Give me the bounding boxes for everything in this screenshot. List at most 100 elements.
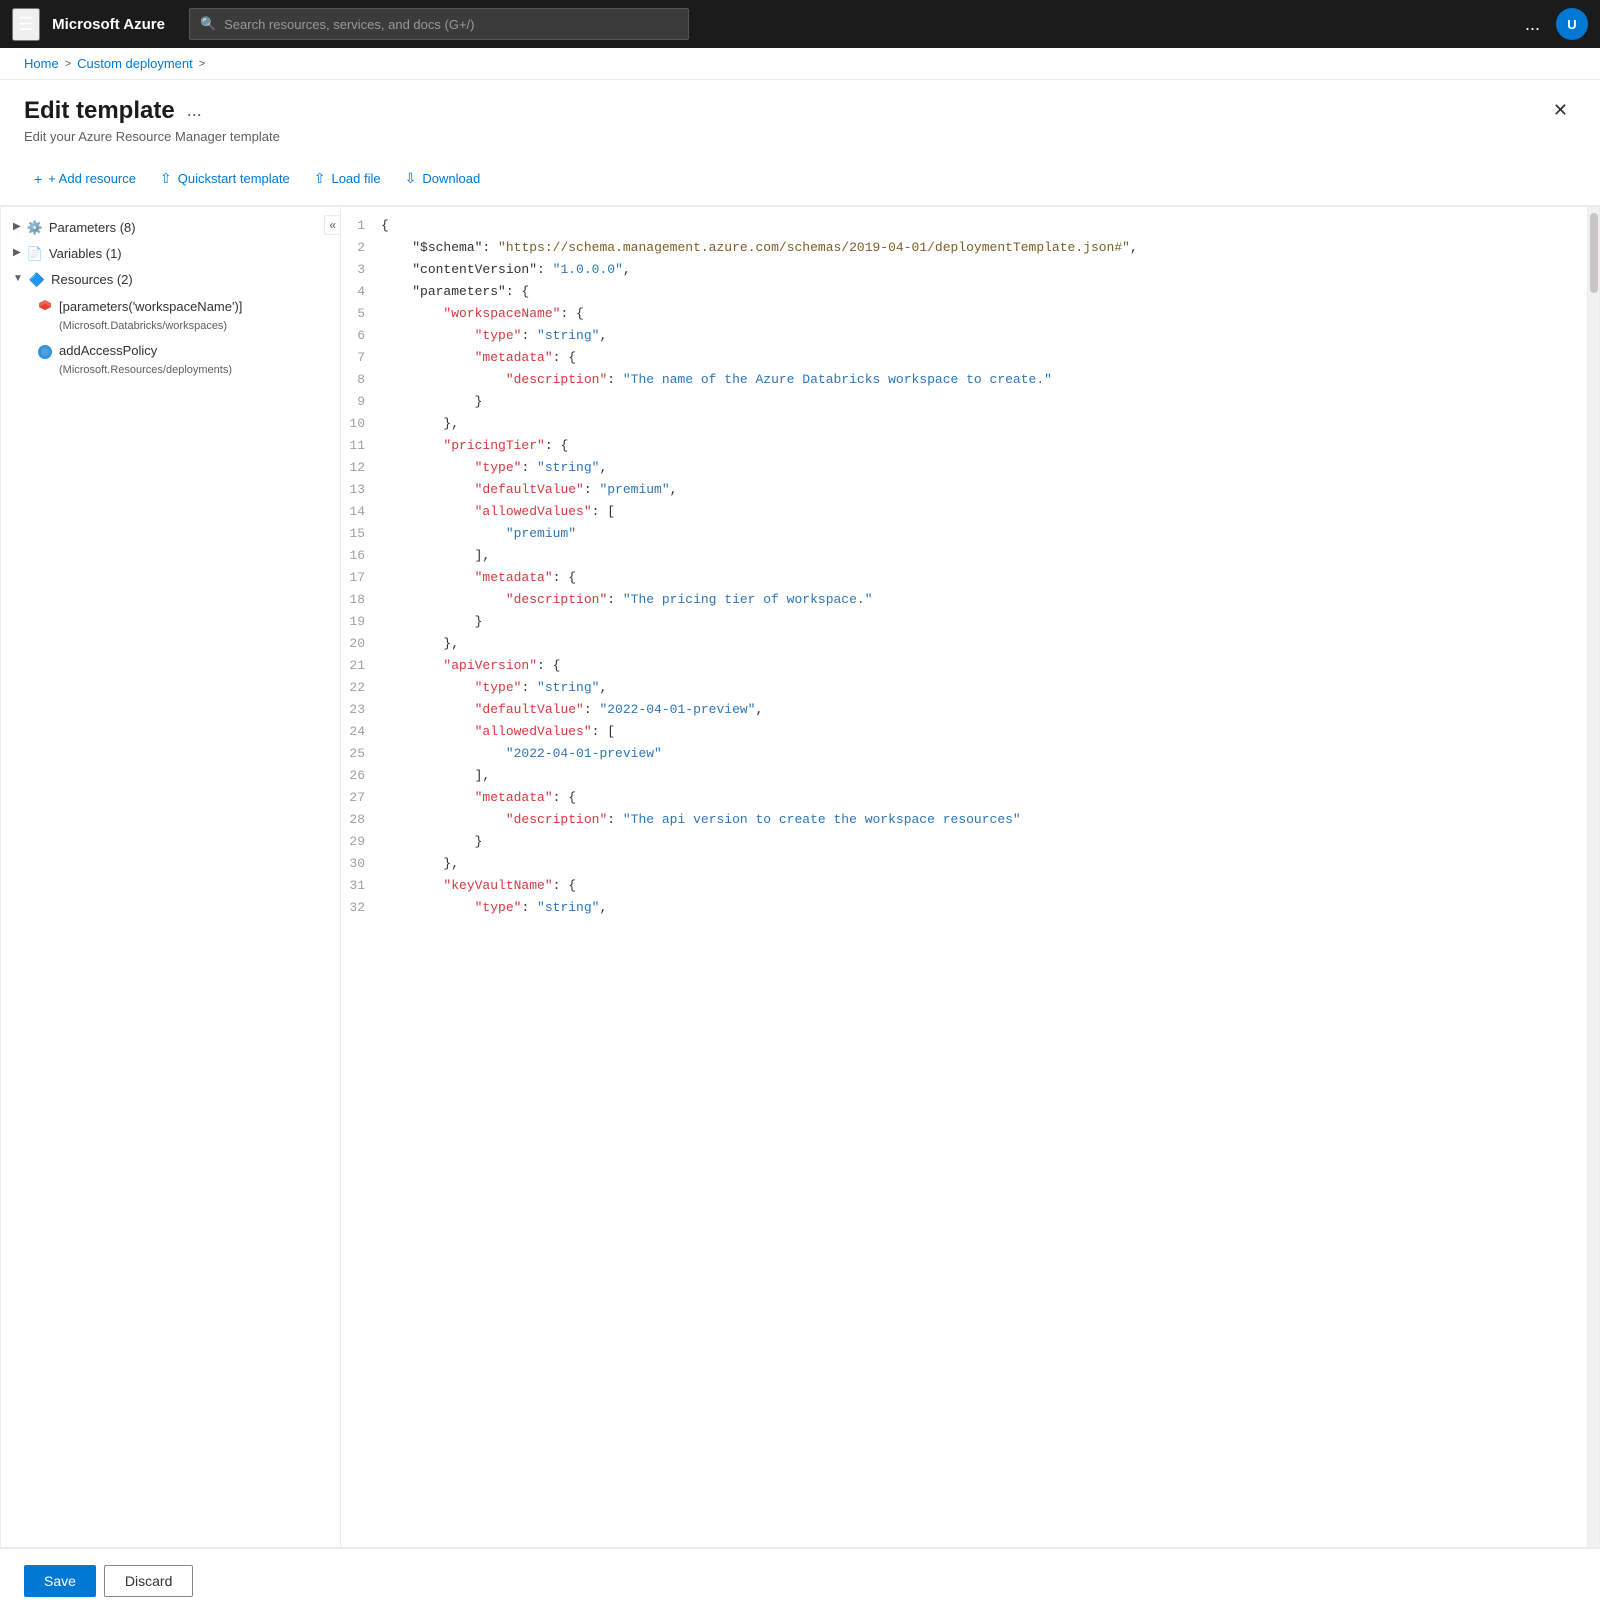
table-row: 27 "metadata": {: [341, 787, 1587, 809]
table-row: 5 "workspaceName": {: [341, 303, 1587, 325]
line-number: 21: [341, 656, 381, 676]
line-content: "parameters": {: [381, 282, 1587, 302]
sidebar-item-variables[interactable]: ▶ 📄 Variables (1): [1, 241, 340, 267]
quickstart-template-button[interactable]: ⇧ Quickstart template: [150, 164, 300, 193]
line-number: 24: [341, 722, 381, 742]
load-file-button[interactable]: ⇧ Load file: [304, 164, 391, 193]
sidebar-item-resource1[interactable]: [parameters('workspaceName')] (Microsoft…: [1, 294, 340, 339]
table-row: 9 }: [341, 391, 1587, 413]
page-title: Edit template: [24, 97, 175, 125]
table-row: 18 "description": "The pricing tier of w…: [341, 589, 1587, 611]
table-row: 11 "pricingTier": {: [341, 435, 1587, 457]
header-more-button[interactable]: ...: [187, 100, 202, 121]
line-number: 15: [341, 524, 381, 544]
line-number: 16: [341, 546, 381, 566]
discard-button[interactable]: Discard: [104, 1565, 193, 1597]
scrollbar-thumb[interactable]: [1590, 213, 1598, 293]
sidebar-collapse-button[interactable]: «: [324, 215, 341, 235]
resources-icon: 🔷: [29, 272, 45, 288]
line-number: 4: [341, 282, 381, 302]
close-button[interactable]: ✕: [1545, 96, 1576, 125]
line-content: "defaultValue": "premium",: [381, 480, 1587, 500]
line-content: },: [381, 414, 1587, 434]
variables-label: Variables (1): [49, 245, 328, 263]
download-icon: ⇩: [405, 170, 417, 187]
table-row: 20 },: [341, 633, 1587, 655]
table-row: 6 "type": "string",: [341, 325, 1587, 347]
save-button[interactable]: Save: [24, 1565, 96, 1597]
topbar-more-button[interactable]: ...: [1521, 10, 1544, 39]
hamburger-button[interactable]: ☰: [12, 8, 40, 41]
table-row: 19 }: [341, 611, 1587, 633]
line-number: 5: [341, 304, 381, 324]
topbar: ☰ Microsoft Azure 🔍 ... U: [0, 0, 1600, 48]
page-subtitle: Edit your Azure Resource Manager templat…: [24, 129, 1576, 156]
line-content: "allowedValues": [: [381, 722, 1587, 742]
chevron-down-icon: ▼: [13, 273, 23, 284]
line-number: 13: [341, 480, 381, 500]
table-row: 32 "type": "string",: [341, 897, 1587, 919]
line-number: 3: [341, 260, 381, 280]
search-icon: 🔍: [200, 16, 216, 32]
upload-icon: ⇧: [160, 170, 172, 187]
line-content: "metadata": {: [381, 568, 1587, 588]
line-content: "description": "The name of the Azure Da…: [381, 370, 1587, 390]
line-number: 31: [341, 876, 381, 896]
line-number: 1: [341, 216, 381, 236]
table-row: 4 "parameters": {: [341, 281, 1587, 303]
line-number: 29: [341, 832, 381, 852]
download-button[interactable]: ⇩ Download: [395, 164, 491, 193]
sidebar-item-resources[interactable]: ▼ 🔷 Resources (2): [1, 267, 340, 293]
line-content: "allowedValues": [: [381, 502, 1587, 522]
table-row: 16 ],: [341, 545, 1587, 567]
table-row: 2 "$schema": "https://schema.management.…: [341, 237, 1587, 259]
add-icon: +: [34, 171, 42, 187]
line-content: "type": "string",: [381, 326, 1587, 346]
load-file-label: Load file: [331, 171, 380, 186]
avatar[interactable]: U: [1556, 8, 1588, 40]
line-number: 26: [341, 766, 381, 786]
table-row: 30 },: [341, 853, 1587, 875]
editor-scrollbar[interactable]: [1587, 207, 1599, 1547]
line-content: "premium": [381, 524, 1587, 544]
line-content: {: [381, 216, 1587, 236]
line-content: "workspaceName": {: [381, 304, 1587, 324]
line-content: ],: [381, 766, 1587, 786]
chevron-right-icon: ▶: [13, 247, 21, 258]
line-content: "2022-04-01-preview": [381, 744, 1587, 764]
line-number: 18: [341, 590, 381, 610]
line-content: }: [381, 392, 1587, 412]
line-number: 32: [341, 898, 381, 918]
databricks-icon: [37, 299, 53, 316]
line-content: "metadata": {: [381, 348, 1587, 368]
table-row: 25 "2022-04-01-preview": [341, 743, 1587, 765]
line-number: 12: [341, 458, 381, 478]
line-number: 11: [341, 436, 381, 456]
table-row: 10 },: [341, 413, 1587, 435]
table-row: 15 "premium": [341, 523, 1587, 545]
sidebar-item-resource2[interactable]: addAccessPolicy (Microsoft.Resources/dep…: [1, 338, 340, 383]
code-editor[interactable]: 1{2 "$schema": "https://schema.managemen…: [341, 207, 1587, 1547]
search-input[interactable]: [224, 17, 678, 32]
breadcrumb-sep1: >: [65, 58, 71, 70]
brand-name: Microsoft Azure: [52, 16, 165, 33]
line-number: 19: [341, 612, 381, 632]
add-resource-button[interactable]: + + Add resource: [24, 165, 146, 193]
load-icon: ⇧: [314, 170, 326, 187]
line-content: "metadata": {: [381, 788, 1587, 808]
sidebar-item-parameters[interactable]: ▶ ⚙️ Parameters (8): [1, 215, 340, 241]
variables-icon: 📄: [27, 246, 43, 262]
breadcrumb-custom-deployment[interactable]: Custom deployment: [77, 56, 193, 71]
table-row: 3 "contentVersion": "1.0.0.0",: [341, 259, 1587, 281]
line-content: "$schema": "https://schema.management.az…: [381, 238, 1587, 258]
line-content: },: [381, 634, 1587, 654]
breadcrumb: Home > Custom deployment >: [0, 48, 1600, 80]
line-content: "apiVersion": {: [381, 656, 1587, 676]
line-number: 17: [341, 568, 381, 588]
resource1-label: [parameters('workspaceName')] (Microsoft…: [59, 298, 328, 335]
line-number: 23: [341, 700, 381, 720]
chevron-right-icon: ▶: [13, 221, 21, 232]
breadcrumb-home[interactable]: Home: [24, 56, 59, 71]
table-row: 24 "allowedValues": [: [341, 721, 1587, 743]
main-content: « ▶ ⚙️ Parameters (8) ▶ 📄 Variables (1) …: [0, 206, 1600, 1548]
